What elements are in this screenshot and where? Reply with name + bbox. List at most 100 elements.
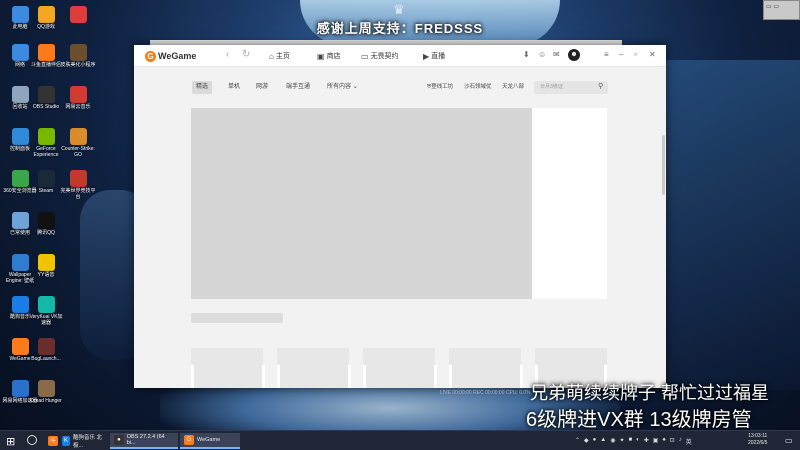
tray-expand-icon[interactable]: ⌃ [575, 437, 580, 446]
card-divider [348, 365, 351, 388]
subtab-all-content[interactable]: 所有内容 ⌄ [323, 81, 362, 94]
volume-icon[interactable]: ♪ [679, 437, 682, 446]
game-card-placeholder[interactable] [449, 348, 521, 388]
desktop-icon[interactable]: Counter-Strike: GO [60, 126, 96, 162]
wegame-logo[interactable]: G WeGame [145, 50, 196, 62]
desktop-icon-label: BugLaunch... [31, 356, 61, 362]
nav-tab-live[interactable]: ▶ 直播 [423, 50, 445, 62]
nav-tab-store[interactable]: ▣ 商店 [317, 50, 341, 62]
refresh-icon[interactable]: ↻ [242, 49, 250, 60]
minimize-icon[interactable]: – [619, 50, 623, 59]
desktop-icon[interactable]: BugLaunch... [28, 336, 64, 372]
desktop-icon-label: 皮肤美化小程序 [60, 62, 96, 68]
desktop-icon[interactable]: 网易云音乐 [60, 84, 96, 120]
wallpaper-engine-icon [11, 254, 29, 271]
featured-side-panel [532, 108, 607, 299]
obs-mini-window[interactable]: ▭ ▭ [763, 0, 800, 20]
tray-app-icon[interactable]: ✚ [644, 437, 649, 446]
wegame-logo-text: WeGame [158, 51, 197, 61]
desktop-icon[interactable]: 皮肤美化小程序 [60, 42, 96, 78]
desktop-icon[interactable]: Dread Hunger [28, 378, 64, 414]
wegame-logo-icon: G [145, 50, 156, 62]
desktop-icon-label: Steam [38, 188, 54, 194]
subtab-online[interactable]: 网游 [252, 81, 272, 94]
back-arrow-icon[interactable]: ‹ [226, 49, 229, 60]
control-panel-icon [11, 128, 29, 145]
document-icon [11, 212, 29, 229]
ime-icon[interactable]: 英 [686, 437, 692, 446]
nav-tab-game[interactable]: ▭ 无畏契约 [361, 50, 399, 62]
tray-app-icon[interactable]: ◉ [610, 437, 615, 446]
game-card-placeholder[interactable] [363, 348, 435, 388]
desktop-icon[interactable]: OBS Studio [28, 84, 64, 120]
obs-stats: LIVE 00:00:00 REC 00:00:00 CPU: 0.0% [440, 390, 531, 396]
desktop-icon-label: VeryKuai VK加速器 [29, 314, 63, 326]
qq-icon [37, 212, 55, 229]
subtab-cross-platform[interactable]: 端手互通 [282, 81, 314, 94]
tray-app-icon[interactable]: ◐ [636, 437, 640, 446]
tray-app-icon[interactable]: ✦ [619, 437, 624, 446]
nvidia-icon [37, 128, 55, 145]
taskbar-app-wegame[interactable]: G WeGame [180, 433, 240, 449]
desktop-icon[interactable]: 完美世界竞技平台 [60, 168, 96, 204]
maximize-icon[interactable]: ▫ [634, 50, 637, 59]
search-input[interactable]: 日月3修证 [534, 81, 608, 94]
desktop-icon-label: 斗鱼直播伴侣 [30, 62, 61, 68]
nav-tab-label: 商店 [326, 53, 341, 60]
download-icon[interactable]: ⬇ [523, 50, 530, 59]
verykuai-icon [37, 296, 55, 313]
tray-app-icon[interactable]: ▣ [653, 437, 659, 446]
desktop-icon-label: 网易云音乐 [65, 104, 91, 110]
featured-banner-placeholder[interactable] [191, 108, 532, 299]
close-icon[interactable]: ✕ [649, 50, 656, 59]
tray-app-icon[interactable]: ● [593, 437, 597, 446]
live-icon: ▶ [423, 51, 430, 61]
system-clock[interactable]: 13:03:11 2022/6/5 [748, 433, 767, 447]
wallpaper-figure [660, 60, 800, 390]
link-game-1[interactable]: 沙石领域优 [464, 81, 492, 94]
link-game-2[interactable]: 天龙八部 [502, 81, 524, 94]
desktop-icon[interactable]: 腾讯QQ [28, 210, 64, 246]
tray-app-icon[interactable]: ■ [629, 437, 633, 446]
message-icon[interactable]: ✉ [553, 50, 560, 59]
network-icon[interactable]: ⊡ [670, 437, 675, 446]
taskbar-app-kugou[interactable]: K 酷狗音乐 北极... [58, 433, 108, 449]
obs-icon: ● [114, 435, 124, 445]
qq-game-icon [37, 6, 55, 23]
wegame-icon [11, 338, 29, 355]
game-card-placeholder[interactable] [277, 348, 349, 388]
tray-app-icon[interactable]: ▲ [600, 437, 606, 446]
desktop-icon[interactable] [60, 4, 96, 40]
friends-icon[interactable]: ☺ [538, 50, 546, 59]
desktop-icon[interactable]: Steam [28, 168, 64, 204]
desktop-icon[interactable]: 斗鱼直播伴侣 [28, 42, 64, 78]
desktop-icon[interactable]: YY语音 [28, 252, 64, 288]
browser-360-icon [11, 170, 29, 187]
subtab-single-player[interactable]: 单机 [224, 81, 244, 94]
search-circle-icon[interactable] [27, 435, 37, 445]
desktop-icon-grid: 此电脑 QQ游戏 网络 斗鱼直播伴侣 皮肤美化小程序 回收站 OBS Studio 网易云音乐… [0, 0, 96, 430]
douyu-icon [37, 44, 55, 61]
link-shield[interactable]: ⛨登线工坊 [427, 81, 453, 94]
stream-banner: 感谢上周支持：FREDSSS [316, 21, 484, 36]
subtab-label: 所有内容 [327, 84, 352, 90]
section-title-placeholder [191, 313, 283, 323]
system-tray: ⌃ ◆ ● ▲ ◉ ✦ ■ ◐ ✚ ▣ ♠ ⊡ ♪ 英 [575, 437, 692, 446]
windows-start-icon[interactable]: ⊞ [6, 435, 15, 448]
kugou-icon: K [62, 436, 70, 446]
subtab-featured[interactable]: 精选 [192, 81, 213, 94]
notification-icon[interactable]: ▭ [785, 436, 793, 445]
nav-tab-home[interactable]: ⌂ 主页 [269, 50, 290, 62]
taskbar-app-label: WeGame [197, 437, 221, 443]
game-card-placeholder[interactable] [191, 348, 263, 388]
tray-app-icon[interactable]: ◆ [584, 437, 589, 446]
tray-app-icon[interactable]: ♠ [662, 437, 665, 446]
desktop-icon[interactable]: VeryKuai VK加速器 [28, 294, 64, 330]
scrollbar[interactable] [662, 135, 665, 195]
search-icon[interactable]: ⚲ [598, 82, 603, 90]
user-avatar[interactable]: ☻ [568, 49, 580, 61]
desktop-icon[interactable]: QQ游戏 [28, 4, 64, 40]
taskbar-app-obs[interactable]: ● OBS 27.2.4 (64 bi... [110, 433, 178, 449]
desktop-icon[interactable]: GeForce Experience [28, 126, 64, 162]
menu-icon[interactable]: ≡ [604, 50, 609, 59]
